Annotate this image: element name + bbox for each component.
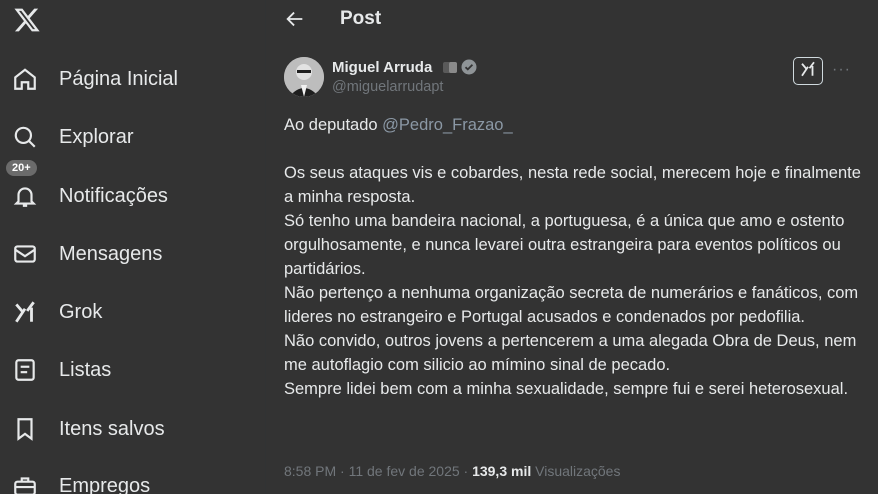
sidebar-item-label: Mensagens bbox=[59, 242, 163, 265]
views-count: 139,3 mil bbox=[472, 463, 532, 479]
sidebar-item-grok[interactable]: Grok bbox=[0, 288, 240, 336]
list-icon bbox=[12, 357, 38, 383]
x-logo-icon[interactable] bbox=[13, 6, 41, 34]
mention-prefix: Ao deputado bbox=[284, 116, 383, 134]
back-arrow-icon[interactable] bbox=[284, 8, 306, 30]
briefcase-icon bbox=[12, 473, 38, 494]
grok-explain-button[interactable] bbox=[793, 57, 823, 85]
sidebar-item-notifications[interactable]: 20+ Notificações bbox=[0, 159, 240, 220]
tweet-paragraph: Não pertenço a nenhuma organização secre… bbox=[284, 284, 859, 326]
home-icon bbox=[12, 66, 38, 92]
author-handle[interactable]: @miguelarrudapt bbox=[332, 79, 443, 95]
verified-badge-icon bbox=[461, 59, 477, 80]
sidebar-item-label: Grok bbox=[59, 300, 103, 323]
sidebar-item-label: Explorar bbox=[59, 125, 134, 148]
sidebar-item-label: Página Inicial bbox=[59, 67, 178, 90]
grok-icon bbox=[12, 299, 38, 325]
sidebar-item-label: Notificações bbox=[59, 184, 168, 207]
post-detail: Post Miguel Arruda @miguelarrudapt ··· A… bbox=[266, 0, 878, 494]
tweet-timestamp[interactable]: 8:58 PM · 11 de fev de 2025 · bbox=[284, 463, 472, 479]
tweet-paragraph: Sempre lidei bem com a minha sexualidade… bbox=[284, 380, 849, 398]
more-options-icon[interactable]: ··· bbox=[832, 61, 851, 79]
affiliation-badge-icon bbox=[443, 61, 457, 79]
author-name[interactable]: Miguel Arruda bbox=[332, 59, 432, 76]
notification-count-badge: 20+ bbox=[5, 159, 38, 177]
sidebar-item-home[interactable]: Página Inicial bbox=[0, 55, 240, 103]
search-icon bbox=[12, 124, 38, 150]
sidebar-item-jobs[interactable]: Empregos bbox=[0, 462, 240, 494]
sidebar-item-explore[interactable]: Explorar bbox=[0, 113, 240, 161]
page-title: Post bbox=[340, 8, 382, 29]
sidebar: Página Inicial Explorar 20+ Notificações… bbox=[0, 0, 252, 494]
sidebar-item-label: Listas bbox=[59, 358, 112, 381]
grok-icon bbox=[799, 60, 817, 83]
bookmark-icon bbox=[12, 416, 38, 442]
views-label: Visualizações bbox=[531, 463, 621, 479]
mention-link[interactable]: @Pedro_Frazao_ bbox=[382, 116, 513, 134]
mail-icon bbox=[12, 241, 38, 267]
avatar[interactable] bbox=[284, 57, 324, 97]
sidebar-item-label: Itens salvos bbox=[59, 417, 165, 440]
post-header: Post bbox=[266, 0, 878, 40]
author-badges bbox=[443, 59, 477, 80]
tweet-mention-line: Ao deputado @Pedro_Frazao_ bbox=[284, 113, 864, 137]
sidebar-item-messages[interactable]: Mensagens bbox=[0, 230, 240, 278]
tweet-paragraph: Só tenho uma bandeira nacional, a portug… bbox=[284, 212, 845, 278]
sidebar-item-label: Empregos bbox=[59, 474, 151, 494]
tweet-paragraph: Os seus ataques vis e cobardes, nesta re… bbox=[284, 164, 861, 206]
tweet-paragraph: Não convido, outros jovens a pertencerem… bbox=[284, 332, 857, 374]
tweet-text: Ao deputado @Pedro_Frazao_ Os seus ataqu… bbox=[284, 113, 864, 401]
bell-icon bbox=[12, 183, 38, 209]
sidebar-item-bookmarks[interactable]: Itens salvos bbox=[0, 405, 240, 453]
tweet-meta: 8:58 PM · 11 de fev de 2025 · 139,3 mil … bbox=[284, 463, 620, 479]
sidebar-item-lists[interactable]: Listas bbox=[0, 346, 240, 394]
